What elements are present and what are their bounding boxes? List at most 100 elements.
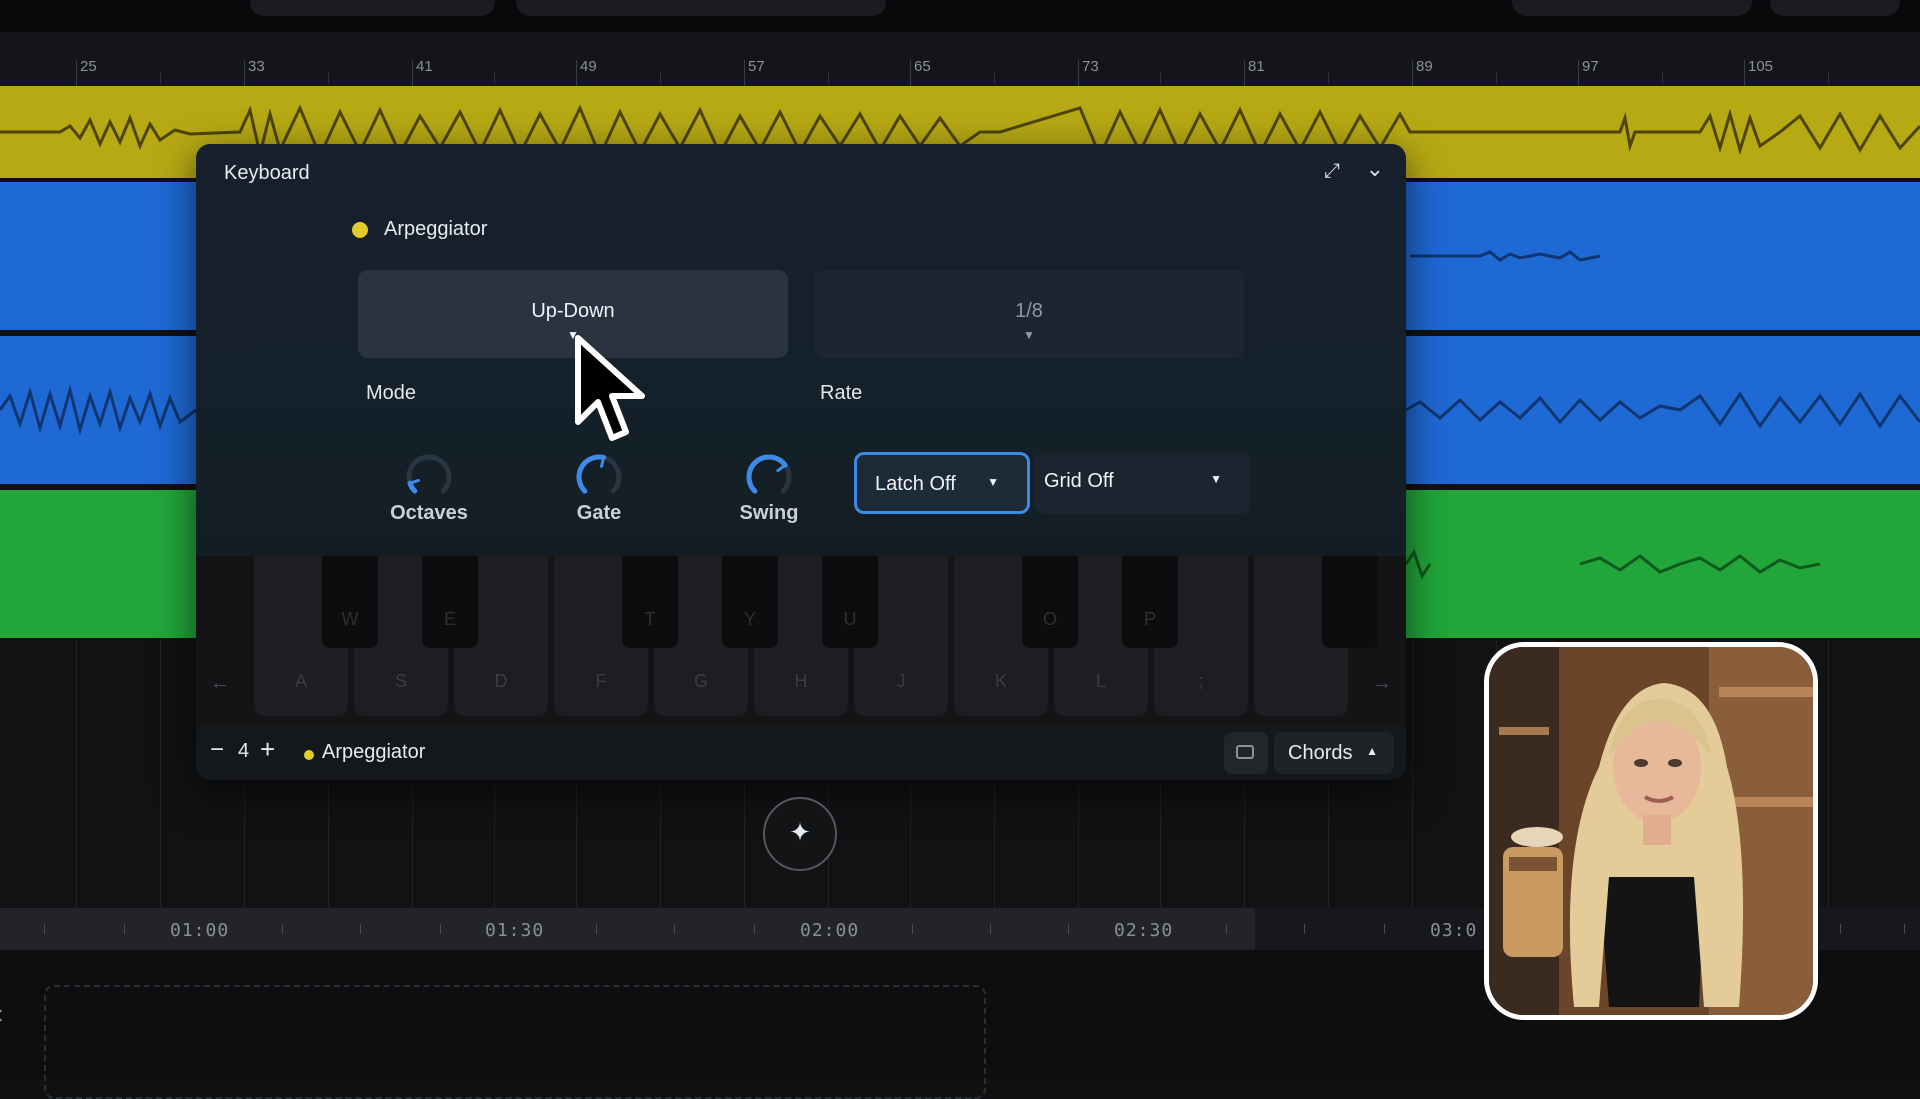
key-label: ; (1198, 671, 1204, 691)
chevron-left-icon[interactable]: ‹ (0, 998, 3, 1030)
mode-select[interactable]: Up-Down ▼ (358, 270, 788, 358)
key-label: O (1042, 609, 1057, 629)
time-label: 02:00 (800, 920, 860, 941)
arpeggiator-status-dot[interactable] (352, 222, 368, 238)
top-pill[interactable] (1512, 0, 1752, 16)
chevron-down-icon[interactable]: ⌄ (1366, 156, 1384, 182)
octave-down-button[interactable]: − (210, 736, 224, 764)
bar-marker: 25 (80, 58, 97, 75)
piano-keys: ← A S D F G H J K L ; W E T Y U O P → (196, 556, 1406, 726)
time-label: 01:30 (485, 920, 545, 941)
key-label: F (595, 671, 607, 691)
keyboard-panel: Keyboard ⤢ ⌄ Arpeggiator Up-Down ▼ 1/8 ▼… (196, 144, 1406, 780)
key-label: G (693, 671, 708, 691)
key-label: Y (743, 609, 756, 629)
drop-zone[interactable] (44, 985, 986, 1099)
bar-ruler[interactable]: 25 33 41 49 57 65 73 81 89 97 105 (0, 32, 1920, 86)
knob-value-arc (746, 454, 788, 494)
bar-marker: 97 (1582, 58, 1599, 75)
key-label: T (644, 609, 656, 629)
knob-pointer (776, 465, 785, 473)
time-label: 03:0 (1430, 920, 1478, 941)
knob-value-arc (576, 454, 607, 494)
keyboard-icon (1236, 745, 1254, 759)
key-label: J (896, 671, 906, 691)
keyboard-view-button[interactable] (1224, 732, 1268, 774)
bar-marker: 105 (1748, 58, 1774, 75)
black-key[interactable]: T (622, 556, 678, 648)
caret-down-icon: ▼ (567, 328, 579, 342)
bar-marker: 41 (416, 58, 433, 75)
gate-knob[interactable] (574, 452, 624, 502)
black-key[interactable]: P (1122, 556, 1178, 648)
grid-dropdown[interactable]: Grid Off ▼ (1034, 452, 1250, 514)
bar-marker: 65 (914, 58, 931, 75)
gate-label: Gate (576, 502, 622, 524)
bar-marker: 81 (1248, 58, 1265, 75)
octaves-label: Octaves (390, 502, 468, 524)
octaves-knob[interactable] (404, 452, 454, 502)
rate-label: Rate (820, 382, 863, 404)
presenter-video (1489, 647, 1813, 1015)
key-label: P (1143, 609, 1156, 629)
knob-pointer (600, 458, 605, 468)
bar-marker: 57 (748, 58, 765, 75)
caret-down-icon: ▼ (1023, 328, 1035, 342)
key-label: S (394, 671, 407, 691)
top-bar (0, 0, 1920, 32)
swing-knob[interactable] (744, 452, 794, 502)
bar-marker: 73 (1082, 58, 1099, 75)
black-key[interactable]: U (822, 556, 878, 648)
black-key[interactable] (1322, 556, 1378, 648)
caret-down-icon: ▼ (987, 475, 999, 489)
black-key[interactable]: E (422, 556, 478, 648)
chords-label: Chords (1288, 742, 1353, 764)
top-pill[interactable] (1770, 0, 1900, 16)
black-key[interactable]: Y (722, 556, 778, 648)
top-pill[interactable] (250, 0, 495, 16)
arpeggiator-indicator-dot (304, 750, 314, 760)
arrow-left-icon[interactable]: ← (210, 672, 230, 695)
arpeggiator-toggle[interactable]: Arpeggiator (322, 741, 425, 764)
mode-label: Mode (366, 382, 417, 404)
knob-pointer (411, 478, 421, 484)
caret-up-icon: ▲ (1366, 744, 1378, 758)
key-label: D (494, 671, 508, 691)
key-label: L (1095, 671, 1106, 691)
latch-value: Latch Off (875, 473, 956, 495)
time-label: 02:30 (1114, 920, 1174, 941)
webcam-overlay (1484, 642, 1818, 1020)
black-key[interactable]: W (322, 556, 378, 648)
key-label: K (994, 671, 1007, 691)
key-label: E (443, 609, 456, 629)
key-label: U (843, 609, 857, 629)
grid-value: Grid Off (1044, 470, 1114, 492)
caret-down-icon: ▼ (1210, 472, 1222, 486)
sparkle-icon: ✦ (789, 817, 811, 847)
time-label: 01:00 (170, 920, 230, 941)
arrow-right-icon[interactable]: → (1372, 672, 1392, 695)
cursor-icon (575, 335, 645, 441)
octave-value: 4 (238, 740, 250, 762)
top-pill[interactable] (516, 0, 886, 16)
key-label: H (794, 671, 808, 691)
rate-value: 1/8 (1015, 300, 1043, 322)
black-key[interactable]: O (1022, 556, 1078, 648)
latch-dropdown[interactable]: Latch Off ▼ (854, 452, 1030, 514)
rate-select[interactable]: 1/8 ▼ (814, 270, 1244, 358)
bar-marker: 33 (248, 58, 265, 75)
key-label: W (341, 609, 359, 629)
expand-icon[interactable]: ⤢ (1324, 160, 1340, 183)
chords-button[interactable]: Chords ▲ (1274, 732, 1394, 774)
keyboard-footer: − 4 + Arpeggiator Chords ▲ (196, 726, 1406, 780)
keyboard-panel-title: Keyboard (224, 162, 310, 184)
bar-marker: 89 (1416, 58, 1433, 75)
mode-value: Up-Down (531, 300, 615, 322)
knob-value-arc (407, 480, 418, 494)
octave-up-button[interactable]: + (260, 734, 275, 765)
bar-marker: 49 (580, 58, 597, 75)
sparkle-button[interactable]: ✦ (763, 797, 837, 871)
key-label: A (294, 671, 307, 691)
swing-label: Swing (739, 502, 799, 524)
arpeggiator-title: Arpeggiator (384, 218, 488, 240)
